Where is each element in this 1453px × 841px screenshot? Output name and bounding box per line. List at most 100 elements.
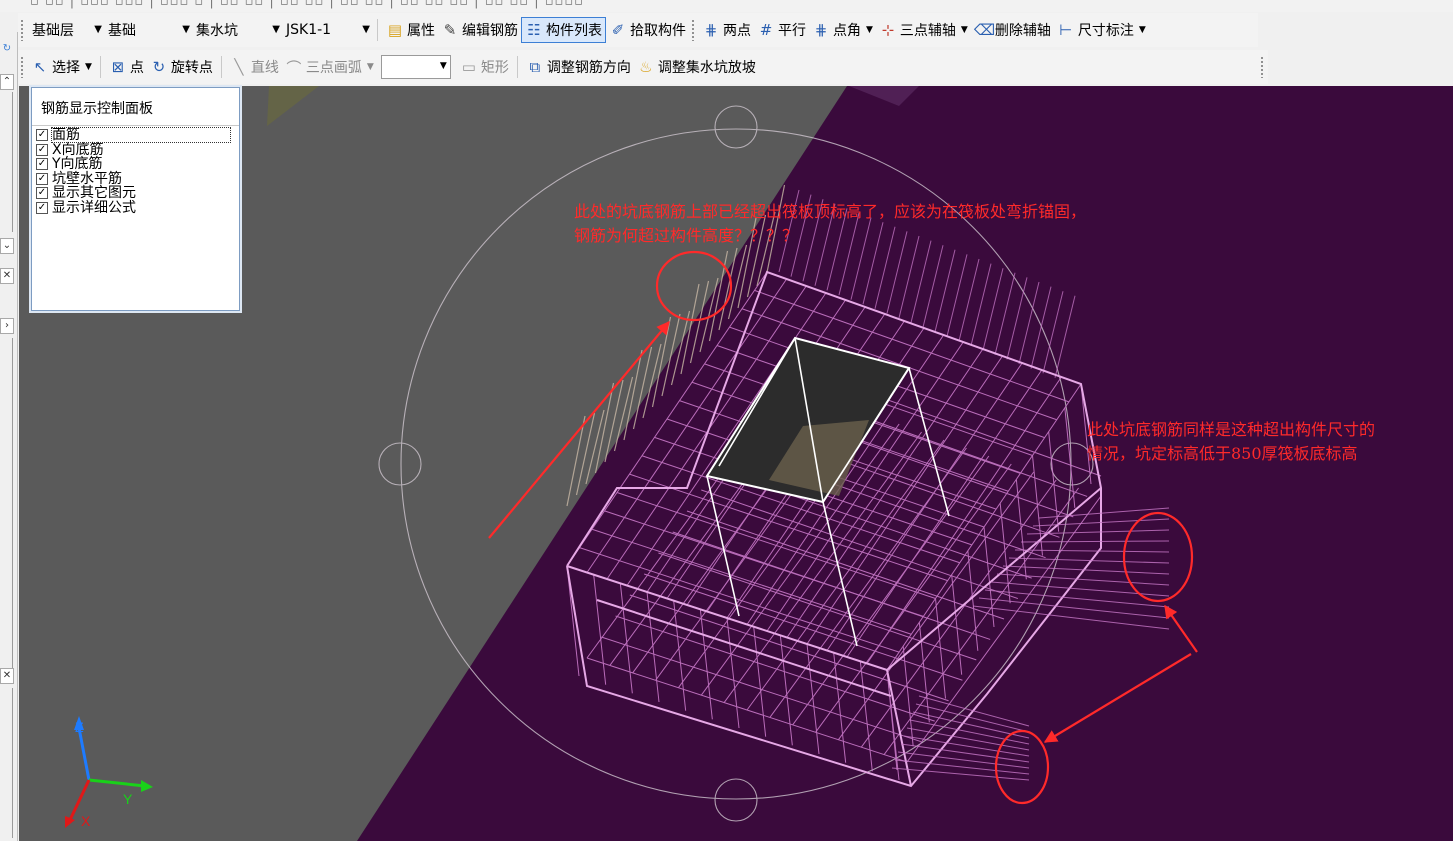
toolbar-grip[interactable]	[20, 19, 24, 41]
three-point-axis-button[interactable]: ⊹ 三点辅轴 ▼	[876, 17, 971, 43]
overshoot-bar	[1038, 507, 1170, 519]
select-label: 选择	[52, 60, 80, 76]
line-button[interactable]: ╲ 直线	[227, 54, 282, 80]
overshoot-bar	[897, 751, 1030, 769]
callout-arrow-right	[1164, 604, 1198, 653]
expand-icon[interactable]: ›	[0, 318, 14, 334]
rebar-option-label: 显示其它图元	[52, 185, 136, 202]
point-label: 点	[129, 60, 144, 76]
two-points-button[interactable]: ⋕ 两点	[699, 17, 754, 43]
eraser-icon: ⌫	[973, 21, 996, 39]
component-name-select[interactable]: JSK1-1 ▼	[282, 17, 372, 43]
rebar-option-row[interactable]: ✓ Y向底筋	[36, 157, 239, 172]
category-select[interactable]: 基础 ▼	[104, 17, 192, 43]
rebar-option-label: 面筋	[51, 127, 231, 144]
y-axis-label: Y	[123, 791, 133, 807]
two-points-axis-icon: ⋕	[704, 21, 718, 39]
overshoot-bar	[994, 272, 1016, 355]
rectangle-icon: ▭	[461, 58, 476, 76]
parallel-axis-icon: #	[759, 21, 773, 39]
rebar-option-label: Y向底筋	[52, 156, 103, 173]
separator	[377, 19, 378, 41]
overshoot-bar	[898, 235, 920, 319]
scroll-down-icon[interactable]: ⌄	[0, 238, 14, 254]
toolbar-component: 基础层 ▼ 基础 ▼ 集水坑 ▼ JSK1-1 ▼ ▤ 属性 ✎ 编辑钢筋 ☷ …	[18, 13, 1258, 47]
annotation-top-line2: 钢筋为何超过构件高度？？？？	[574, 226, 799, 245]
three-point-arc-button[interactable]: ⌒ 三点画弧 ▼	[282, 54, 377, 80]
adjust-rebar-direction-button[interactable]: ⧉ 调整钢筋方向	[523, 54, 634, 80]
rebar-option-row[interactable]: ✓ 面筋	[36, 127, 239, 144]
component-type-select[interactable]: 集水坑 ▼	[192, 17, 282, 43]
chevron-down-icon[interactable]: ▼	[367, 62, 374, 72]
toolbar-grip[interactable]	[691, 19, 695, 41]
three-point-axis-icon: ⊹	[881, 21, 895, 39]
component-list-button[interactable]: ☷ 构件列表	[521, 17, 606, 43]
parallel-label: 平行	[778, 23, 806, 39]
edit-rebar-button[interactable]: ✎ 编辑钢筋	[438, 17, 521, 43]
properties-button[interactable]: ▤ 属性	[383, 17, 438, 43]
checkbox[interactable]: ✓	[36, 143, 48, 156]
checkbox[interactable]: ✓	[36, 187, 48, 200]
rebar-option-row[interactable]: ✓ 显示其它图元	[36, 186, 239, 201]
overshoot-bar	[984, 589, 1170, 608]
overshoot-bar	[972, 605, 1170, 630]
rebar-line	[1015, 479, 1027, 580]
component-name-value: JSK1-1	[286, 22, 332, 38]
arc-mode-combo[interactable]: ▼	[380, 55, 451, 79]
chevron-down-icon[interactable]: ▼	[866, 25, 873, 35]
properties-label: 属性	[407, 23, 435, 39]
point-button[interactable]: ⊠ 点	[106, 54, 147, 80]
select-button[interactable]: ↖ 选择 ▼	[28, 54, 95, 80]
rebar-line	[883, 487, 1079, 755]
chevron-down-icon[interactable]: ▼	[85, 62, 92, 72]
dimension-button[interactable]: ⊢ 尺寸标注 ▼	[1054, 17, 1149, 43]
toolbar-grip[interactable]	[20, 56, 24, 78]
adjust-rebar-direction-label: 调整钢筋方向	[546, 60, 631, 76]
pit-slope-icon: ♨	[639, 58, 653, 76]
rebar-option-row[interactable]: ✓ 显示详细公式	[36, 201, 239, 216]
category-select-value: 基础	[108, 23, 136, 39]
overshoot-bar	[915, 703, 1030, 733]
chevron-down-icon[interactable]: ▼	[961, 25, 968, 35]
upper-toolbar-strip: ▫ ▫▫ | ▫▫▫ ▫▫▫ | ▫▫▫ ▫ | ▫▫ ▫▫ | ▫▫ ▫▫ |…	[0, 0, 1453, 12]
dock-divider	[12, 338, 13, 678]
close-icon[interactable]: ✕	[0, 268, 14, 284]
rotate-point-button[interactable]: ↻ 旋转点	[147, 54, 216, 80]
checkbox[interactable]: ✓	[36, 158, 48, 171]
checkbox[interactable]: ✓	[36, 201, 48, 214]
overshoot-bar	[996, 573, 1170, 586]
refresh-icon[interactable]: ↻	[0, 42, 14, 58]
floor-select[interactable]: 基础层 ▼	[28, 17, 104, 43]
rebar-line	[753, 626, 767, 737]
annotation-right-line2: 情况，坑定标高低于850厚筏板底标高	[1087, 444, 1358, 463]
component-list-label: 构件列表	[546, 23, 602, 39]
overshoot-bar	[1020, 540, 1170, 543]
callout-ellipse-right	[1122, 511, 1194, 603]
toolbar-grip[interactable]	[1260, 56, 1264, 78]
rectangle-button[interactable]: ▭ 矩形	[457, 54, 512, 80]
close-icon[interactable]: ✕	[0, 668, 14, 684]
chevron-down-icon: ▼	[182, 24, 190, 35]
rebar-line	[646, 591, 660, 703]
adjust-pit-slope-label: 调整集水坑放坡	[657, 60, 756, 76]
scroll-up-icon[interactable]: ⌃	[0, 74, 14, 90]
overshoot-bar	[1006, 277, 1028, 360]
adjust-pit-slope-button[interactable]: ♨ 调整集水坑放坡	[634, 54, 759, 80]
overshoot-bar	[970, 263, 992, 346]
rebar-option-row[interactable]: ✓ X向底筋	[36, 143, 239, 158]
rebar-checkbox-list: ✓ 面筋 ✓ X向底筋 ✓ Y向底筋 ✓ 坑壁水平筋 ✓ 显示其它图元 ✓ 显示详细公式	[32, 126, 239, 215]
checkbox[interactable]: ✓	[36, 172, 48, 185]
rebar-display-panel: 钢筋显示控制面板 ✓ 面筋 ✓ X向底筋 ✓ Y向底筋 ✓ 坑壁水平筋 ✓ 显示其它图元 ✓ 显示详细…	[31, 87, 240, 311]
rebar-direction-icon: ⧉	[529, 58, 541, 76]
rebar-option-row[interactable]: ✓ 坑壁水平筋	[36, 172, 239, 187]
rebar-line	[726, 617, 740, 729]
point-angle-button[interactable]: ⋕ 点角 ▼	[809, 17, 876, 43]
overshoot-bar	[958, 258, 980, 342]
rebar-option-label: X向底筋	[52, 141, 104, 158]
delete-axis-button[interactable]: ⌫ 删除辅轴	[971, 17, 1054, 43]
checkbox[interactable]: ✓	[36, 129, 48, 142]
chevron-down-icon[interactable]: ▼	[1139, 25, 1146, 35]
rectangle-label: 矩形	[480, 60, 509, 76]
pick-component-button[interactable]: ✐ 拾取构件	[606, 17, 689, 43]
parallel-button[interactable]: # 平行	[754, 17, 809, 43]
